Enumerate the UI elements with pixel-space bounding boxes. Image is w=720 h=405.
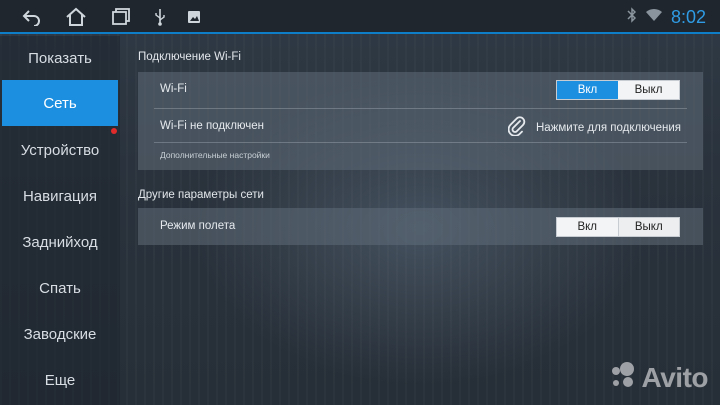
avito-text: Avito bbox=[641, 361, 709, 393]
recent-apps-icon[interactable] bbox=[109, 6, 133, 28]
sidebar-item-label: Сеть bbox=[43, 94, 77, 112]
wifi-panel: Wi-Fi Вкл Выкл Wi-Fi не подключен Нажмит… bbox=[138, 72, 703, 170]
home-icon[interactable] bbox=[64, 6, 88, 28]
sidebar-item-network[interactable]: Сеть bbox=[2, 80, 118, 126]
sidebar-item-factory[interactable]: Заводские bbox=[0, 311, 120, 357]
wifi-status-label: Wi-Fi не подключен bbox=[160, 120, 265, 132]
sidebar-item-label: Заводские bbox=[23, 325, 97, 343]
clock: 8:02 bbox=[670, 6, 706, 27]
divider bbox=[154, 142, 687, 143]
airplane-toggle: Вкл Выкл bbox=[556, 217, 680, 237]
sidebar-item-label: Еще bbox=[44, 371, 76, 389]
wifi-label: Wi-Fi bbox=[160, 83, 187, 95]
avito-logo-icon bbox=[608, 360, 638, 395]
airplane-on-button[interactable]: Вкл bbox=[557, 218, 619, 236]
sidebar-item-more[interactable]: Еще bbox=[0, 357, 120, 403]
airplane-mode-label: Режим полета bbox=[160, 220, 236, 232]
other-panel: Режим полета Вкл Выкл bbox=[138, 208, 703, 245]
advanced-settings-link[interactable]: Дополнительные настройки bbox=[160, 150, 270, 160]
sidebar-item-label: Показать bbox=[28, 49, 92, 67]
back-icon[interactable] bbox=[20, 6, 44, 28]
other-section-title: Другие параметры сети bbox=[138, 189, 264, 201]
wifi-section-title: Подключение Wi-Fi bbox=[138, 51, 241, 63]
sidebar-item-label: Спать bbox=[39, 279, 81, 297]
usb-icon bbox=[148, 6, 172, 28]
paperclip-icon bbox=[507, 116, 526, 139]
connect-label: Нажмите для подключения bbox=[535, 121, 681, 134]
sidebar-item-device[interactable]: Устройство bbox=[0, 127, 120, 173]
sidebar-item-sleep[interactable]: Спать bbox=[0, 265, 120, 311]
wifi-on-button[interactable]: Вкл bbox=[557, 81, 618, 99]
wifi-toggle: Вкл Выкл bbox=[556, 80, 680, 100]
sidebar-item-reverse[interactable]: Заднийход bbox=[0, 219, 120, 265]
image-icon bbox=[182, 6, 206, 28]
sidebar-item-display[interactable]: Показать bbox=[0, 35, 120, 81]
wifi-off-button[interactable]: Выкл bbox=[618, 81, 679, 99]
wifi-icon bbox=[645, 8, 663, 27]
airplane-off-button[interactable]: Выкл bbox=[618, 218, 679, 236]
avito-watermark: Avito bbox=[608, 360, 709, 395]
sidebar-item-label: Навигация bbox=[22, 187, 98, 205]
connect-button[interactable]: Нажмите для подключения bbox=[507, 116, 681, 139]
bluetooth-icon bbox=[627, 6, 637, 28]
divider bbox=[154, 108, 687, 109]
notification-dot bbox=[111, 128, 117, 134]
sidebar-item-navigation[interactable]: Навигация bbox=[0, 173, 120, 219]
sidebar-item-label: Заднийход bbox=[22, 233, 98, 251]
sidebar-item-label: Устройство bbox=[20, 141, 100, 159]
status-bar: 8:02 bbox=[0, 0, 720, 34]
